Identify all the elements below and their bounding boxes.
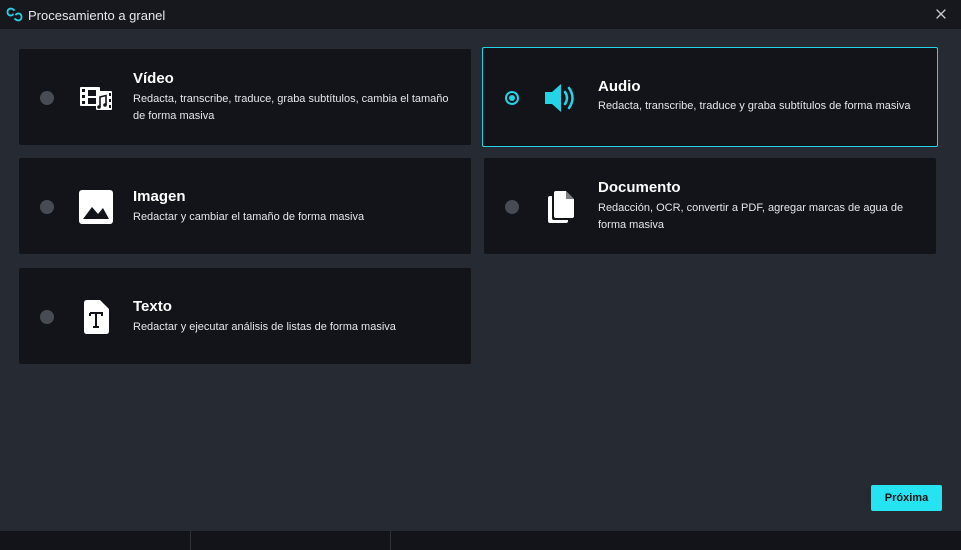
radio-image[interactable] (40, 200, 54, 214)
status-divider (190, 531, 191, 550)
status-divider (390, 531, 391, 550)
option-title-audio: Audio (598, 78, 641, 95)
option-card-text[interactable]: Texto Redactar y ejecutar análisis de li… (19, 268, 471, 364)
status-bar (0, 531, 961, 550)
option-title-video: Vídeo (133, 70, 174, 87)
app-logo-icon (6, 7, 23, 22)
option-desc-document: Redacción, OCR, convertir a PDF, agregar… (598, 202, 904, 231)
image-icon (78, 189, 114, 225)
option-card-video[interactable]: Vídeo Redacta, transcribe, traduce, grab… (19, 49, 471, 145)
title-bar: Procesamiento a granel (0, 0, 961, 29)
radio-audio[interactable] (505, 91, 519, 105)
option-desc-image: Redactar y cambiar el tamaño de forma ma… (133, 211, 365, 223)
option-title-document: Documento (598, 179, 681, 196)
option-card-document[interactable]: Documento Redacción, OCR, convertir a PD… (484, 158, 936, 254)
speaker-icon (542, 80, 578, 116)
option-desc-text: Redactar y ejecutar análisis de listas d… (133, 321, 396, 333)
option-desc-audio: Redacta, transcribe, traduce y graba sub… (598, 100, 911, 112)
next-button[interactable]: Próxima (871, 485, 942, 511)
radio-document[interactable] (505, 200, 519, 214)
option-title-text: Texto (133, 298, 172, 315)
option-desc-video: Redacta, transcribe, traduce, graba subt… (133, 93, 449, 122)
text-file-icon (78, 299, 114, 335)
radio-text[interactable] (40, 310, 54, 324)
close-icon[interactable] (931, 4, 951, 24)
option-card-image[interactable]: Imagen Redactar y cambiar el tamaño de f… (19, 158, 471, 254)
document-icon (543, 189, 579, 225)
radio-video[interactable] (40, 91, 54, 105)
video-film-icon (78, 80, 114, 116)
option-card-audio[interactable]: Audio Redacta, transcribe, traduce y gra… (482, 47, 938, 147)
window-title: Procesamiento a granel (28, 8, 166, 23)
option-title-image: Imagen (133, 188, 186, 205)
